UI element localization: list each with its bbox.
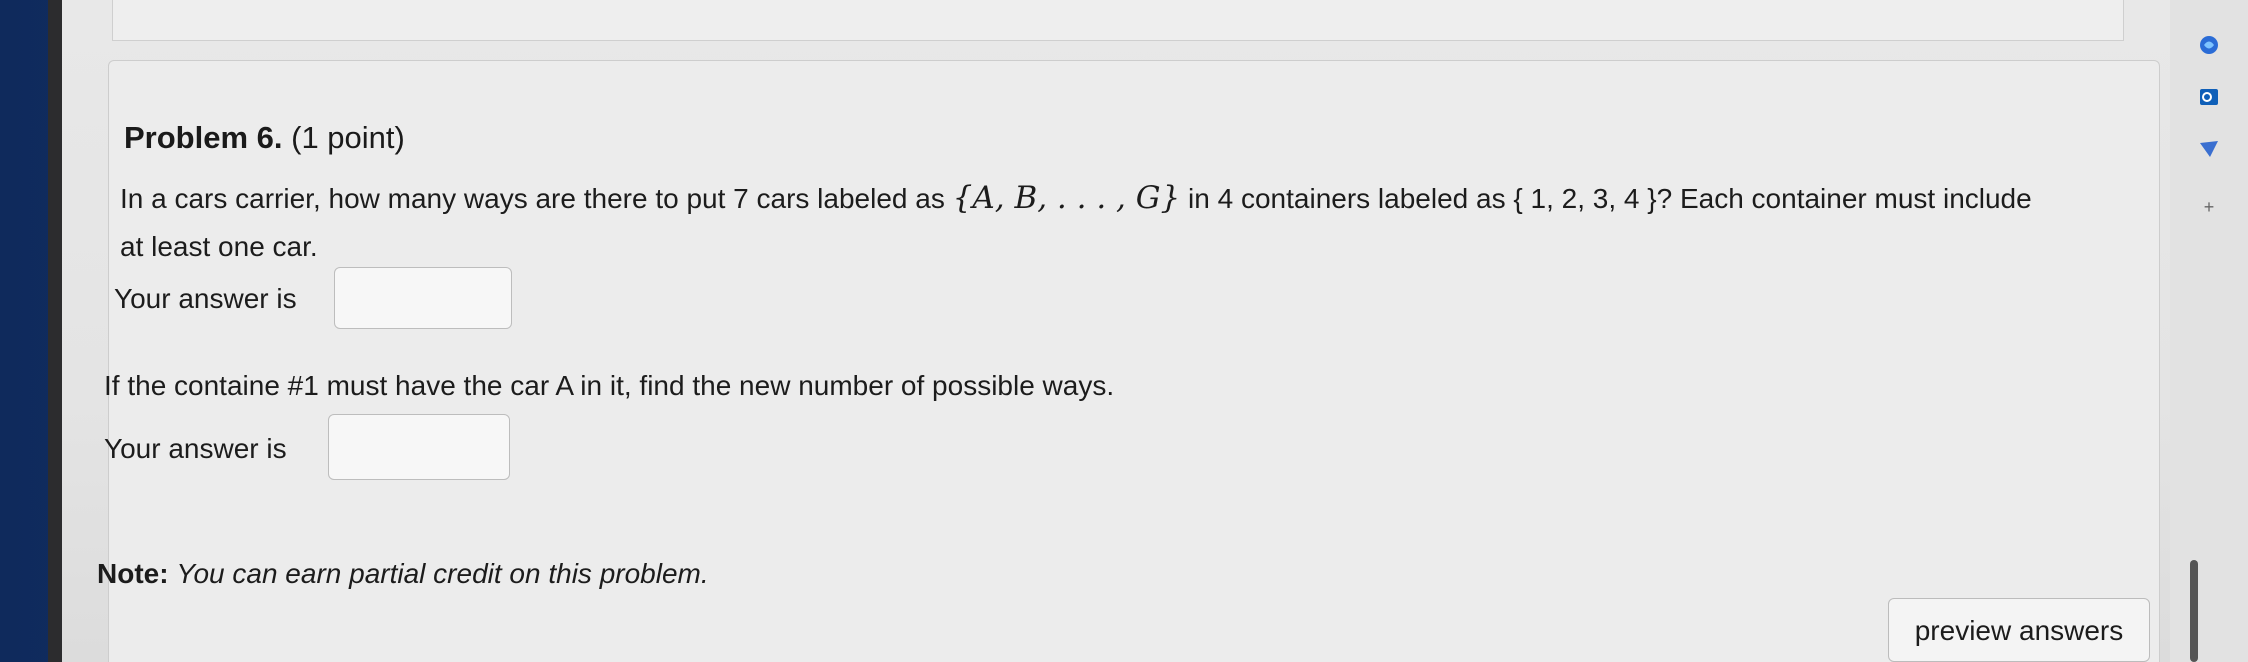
photo-stage: Problem 6. (1 point) In a cars carrier, …: [0, 0, 2248, 662]
answer-1-input[interactable]: [334, 267, 512, 329]
question-1-line-2: at least one car.: [120, 231, 318, 262]
outlook-icon[interactable]: [2198, 86, 2220, 108]
preview-answers-button[interactable]: preview answers: [1888, 598, 2150, 662]
note-text: You can earn partial credit on this prob…: [176, 558, 709, 589]
send-icon[interactable]: [2198, 138, 2220, 160]
plus-icon[interactable]: +: [2198, 196, 2220, 218]
problem-title: Problem 6. (1 point): [124, 120, 405, 156]
question-1-text-after: in 4 containers labeled as { 1, 2, 3, 4 …: [1188, 183, 2032, 214]
browser-viewport: Problem 6. (1 point) In a cars carrier, …: [62, 0, 2248, 662]
math-set-cars: {A, B, . . . , G}: [952, 180, 1181, 216]
note: Note: You can earn partial credit on thi…: [97, 558, 709, 590]
problem-points: (1 point): [291, 120, 405, 155]
answer-2-label: Your answer is: [104, 433, 287, 464]
scrollbar[interactable]: [2190, 560, 2198, 662]
question-1-text: In a cars carrier, how many ways are the…: [120, 180, 2032, 216]
question-1-text-before: In a cars carrier, how many ways are the…: [120, 183, 945, 214]
question-2-text: If the containe #1 must have the car A i…: [104, 370, 1115, 401]
previous-problem-panel: [112, 0, 2124, 41]
copilot-icon[interactable]: [2198, 34, 2220, 56]
browser-sidebar: +: [2170, 0, 2248, 662]
note-label: Note:: [97, 558, 169, 589]
problem-number: Problem 6.: [124, 120, 283, 155]
answer-1-label: Your answer is: [114, 283, 297, 314]
answer-2-input[interactable]: [328, 414, 510, 480]
